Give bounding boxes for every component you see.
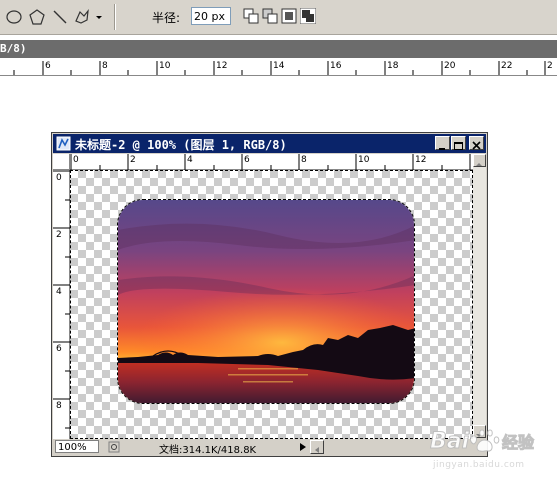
ruler-label: 16: [330, 61, 342, 71]
ruler-label: 20: [444, 61, 456, 71]
document-window: 未标题-2 @ 100% (图层 1, RGB/8) 0 2 4 6 8 10 …: [51, 132, 488, 457]
ruler-label: 10: [358, 155, 370, 165]
horizontal-ruler[interactable]: 0 2 4 6 8 10 12: [70, 154, 473, 170]
ruler-label: 6: [56, 344, 62, 354]
ruler-label: 4: [187, 155, 193, 165]
ruler-label: 22: [501, 61, 513, 71]
status-bar: 100% 文档:314.1K/418.8K: [53, 439, 486, 456]
zoom-field[interactable]: 100%: [55, 440, 99, 453]
canvas[interactable]: [70, 170, 473, 439]
maximize-icon: [454, 142, 463, 150]
ruler-label: 8: [102, 61, 108, 71]
ruler-label: 0: [73, 155, 79, 165]
custom-shape-tool-icon[interactable]: [72, 7, 92, 27]
watermark-url: jingyan.baidu.com: [433, 460, 525, 470]
ruler-label: 10: [159, 61, 171, 71]
ruler-label: 12: [216, 61, 228, 71]
maximize-button[interactable]: [451, 136, 466, 150]
toolbar-separator: [114, 4, 116, 30]
arrow-up-icon: [476, 163, 482, 166]
vertical-scrollbar[interactable]: [473, 154, 486, 438]
document-titlebar[interactable]: 未标题-2 @ 100% (图层 1, RGB/8): [53, 134, 486, 153]
document-title: 未标题-2 @ 100% (图层 1, RGB/8): [75, 138, 287, 152]
photoshop-document-icon: [56, 136, 71, 151]
chevron-down-icon[interactable]: [93, 7, 105, 27]
ruler-label: 8: [56, 401, 62, 411]
minimize-button[interactable]: [435, 136, 450, 150]
new-shape-layer-icon[interactable]: [243, 8, 259, 24]
polygon-tool-icon[interactable]: [27, 7, 47, 27]
ruler-label: 0: [56, 173, 62, 183]
ruler-label: 14: [273, 61, 285, 71]
ruler-label: 2: [130, 155, 136, 165]
document-size-info: 文档:314.1K/418.8K: [159, 445, 257, 456]
ruler-label: 8: [301, 155, 307, 165]
ruler-label: 12: [415, 155, 427, 165]
line-tool-icon[interactable]: [50, 7, 70, 27]
arrow-left-icon: [315, 447, 319, 453]
svg-text:经验: 经验: [502, 433, 535, 452]
sunset-photo-layer[interactable]: [117, 199, 415, 404]
radius-label: 半径:: [152, 11, 181, 25]
exclude-shape-icon[interactable]: [300, 8, 316, 24]
close-button[interactable]: [469, 136, 484, 150]
intersect-shape-icon[interactable]: [281, 8, 297, 24]
vertical-ruler[interactable]: 0 2 4 6 8: [53, 170, 70, 439]
background-document-titlebar: B/8): [0, 40, 557, 58]
svg-text:Bai: Bai: [430, 429, 470, 454]
ruler-label: 18: [387, 61, 399, 71]
ruler-origin[interactable]: [53, 154, 70, 170]
ruler-ticks: [53, 170, 70, 429]
ruler-label: 4: [56, 287, 62, 297]
radius-input[interactable]: 20 px: [191, 7, 231, 25]
minimize-icon: [439, 148, 445, 150]
close-icon: [472, 141, 481, 150]
scroll-left-button[interactable]: [310, 440, 324, 454]
ruler-label: 2: [56, 230, 62, 240]
ruler-label: 6: [45, 61, 51, 71]
scroll-up-button[interactable]: [473, 154, 486, 167]
background-document-ruler: 6 8 10 12 14 16 18 20 22 2: [0, 58, 557, 76]
options-toolbar: 半径: 20 px: [0, 0, 557, 35]
status-icon[interactable]: [108, 441, 120, 453]
ruler-label: 2: [547, 61, 553, 71]
ruler-label: 6: [244, 155, 250, 165]
subtract-shape-icon[interactable]: [262, 8, 278, 24]
background-document-title: B/8): [0, 42, 27, 55]
status-menu-arrow-icon[interactable]: [297, 441, 309, 453]
sunset-image: [118, 200, 414, 403]
ellipse-tool-icon[interactable]: [4, 7, 24, 27]
